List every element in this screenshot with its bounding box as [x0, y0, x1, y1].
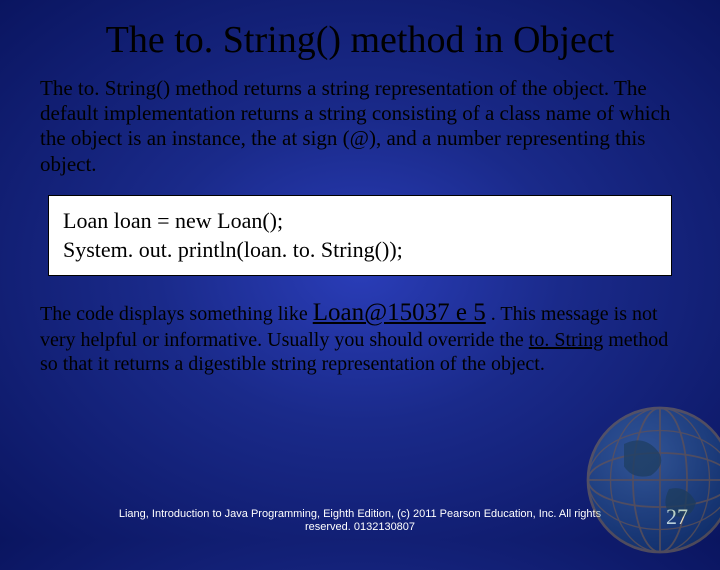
code-example-box: Loan loan = new Loan(); System. out. pri…: [48, 195, 672, 276]
code-line-2: System. out. println(loan. to. String())…: [63, 235, 657, 265]
paragraph-1: The to. String() method returns a string…: [40, 76, 680, 177]
para2-text-pre: The code displays something like: [40, 303, 313, 325]
page-number: 27: [666, 504, 688, 530]
footer-citation: Liang, Introduction to Java Programming,…: [0, 508, 720, 534]
globe-decoration-icon: [570, 390, 720, 570]
code-output-sample: Loan@15037 e 5: [313, 299, 486, 326]
slide-title: The to. String() method in Object: [30, 18, 690, 62]
slide-container: The to. String() method in Object The to…: [0, 0, 720, 540]
code-line-1: Loan loan = new Loan();: [63, 206, 657, 236]
paragraph-2: The code displays something like Loan@15…: [40, 298, 680, 376]
tostring-underlined: to. String: [529, 329, 603, 351]
